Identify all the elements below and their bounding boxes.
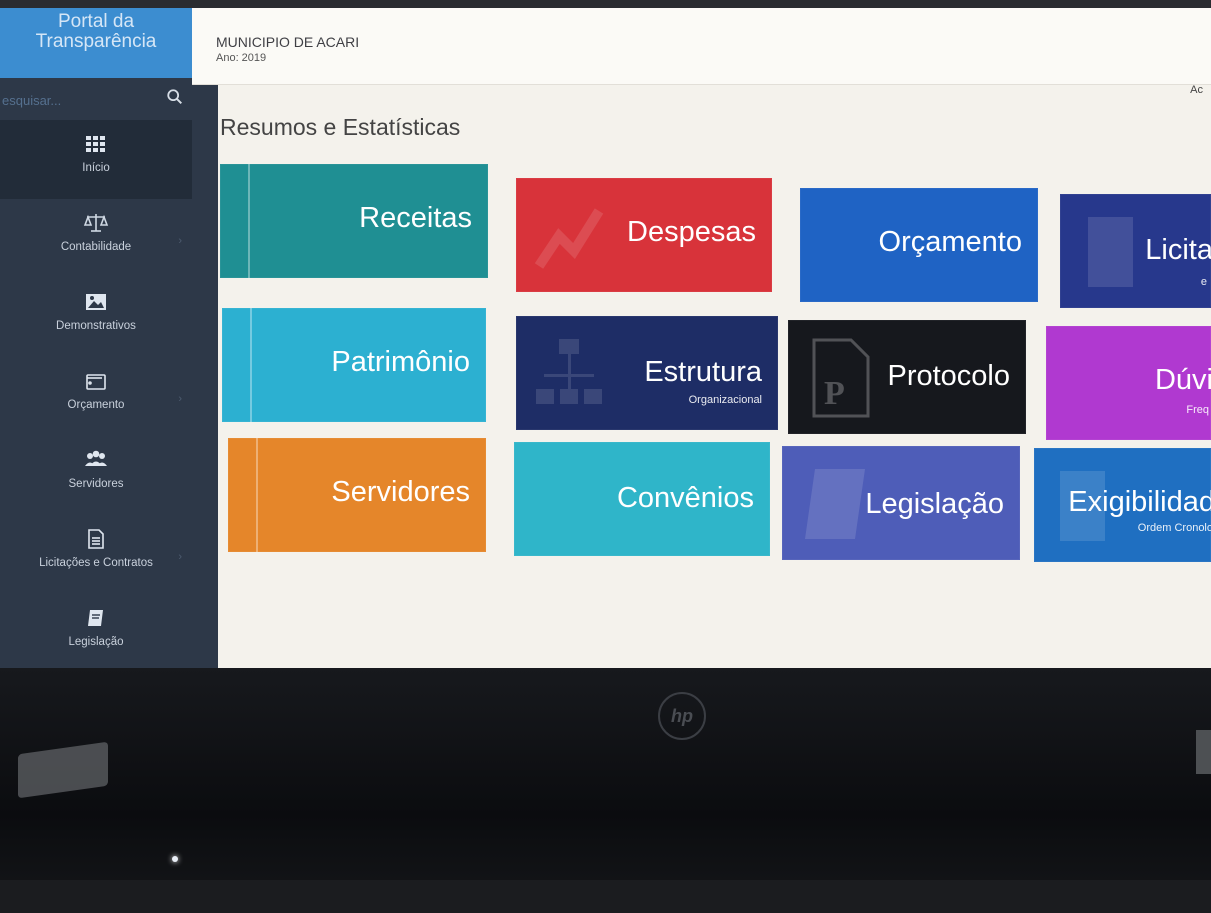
tile-title: Protocolo bbox=[887, 360, 1010, 392]
tile-estrutura[interactable]: Estrutura Organizacional bbox=[516, 316, 778, 430]
document-watermark-icon bbox=[1088, 217, 1133, 287]
tile-title: Licita bbox=[1145, 234, 1211, 266]
desk-surface bbox=[0, 880, 1211, 913]
sidebar-item-orcamento[interactable]: Orçamento › bbox=[0, 357, 192, 436]
top-header: MUNICIPIO DE ACARI Ano: 2019 bbox=[192, 8, 1211, 85]
tile-stripe bbox=[250, 308, 252, 422]
sidebar-item-label: Licitações e Contratos bbox=[39, 557, 153, 569]
search-input[interactable] bbox=[0, 88, 164, 112]
protocol-document-icon: P bbox=[812, 338, 870, 418]
tile-title: Orçamento bbox=[878, 226, 1022, 258]
brand-line-2: Transparência bbox=[35, 31, 157, 52]
tile-duvidas-frequentes[interactable]: Dúvi Freq bbox=[1046, 326, 1211, 440]
tile-licitacoes[interactable]: Licita e bbox=[1060, 194, 1211, 308]
sidebar-item-contabilidade[interactable]: Contabilidade › bbox=[0, 199, 192, 278]
tile-title: Exigibilidad bbox=[1068, 486, 1211, 518]
document-icon bbox=[88, 529, 104, 549]
sidebar-item-label: Legislação bbox=[68, 636, 124, 648]
tile-title: Estrutura bbox=[644, 356, 762, 388]
sidebar-item-inicio[interactable]: Início bbox=[0, 120, 192, 199]
scale-icon bbox=[83, 214, 109, 232]
chart-watermark-icon bbox=[534, 208, 604, 269]
browser-viewport: Portal da Transparência Início bbox=[0, 8, 1211, 670]
search-icon[interactable] bbox=[166, 88, 184, 106]
tile-orcamento[interactable]: Orçamento bbox=[800, 188, 1038, 302]
org-chart-watermark-icon bbox=[536, 339, 602, 404]
wallet-icon bbox=[86, 374, 106, 390]
image-icon bbox=[86, 294, 106, 310]
sidebar: Portal da Transparência Início bbox=[0, 8, 218, 670]
sidebar-item-label: Servidores bbox=[68, 478, 124, 490]
tile-exigibilidade[interactable]: Exigibilidad Ordem Cronolo bbox=[1034, 448, 1211, 562]
tile-title: Servidores bbox=[331, 476, 470, 508]
users-icon bbox=[85, 450, 107, 466]
header-corner-link[interactable]: Ac bbox=[1190, 84, 1203, 96]
sidebar-item-servidores[interactable]: Servidores bbox=[0, 436, 192, 515]
sidebar-item-legislacao[interactable]: Legislação bbox=[0, 594, 192, 670]
sidebar-item-label: Orçamento bbox=[67, 399, 125, 411]
chevron-right-icon: › bbox=[178, 551, 182, 563]
tile-title: Receitas bbox=[359, 202, 472, 234]
portal-brand[interactable]: Portal da Transparência bbox=[0, 8, 192, 78]
tile-servidores[interactable]: Servidores bbox=[228, 438, 486, 552]
sidebar-search bbox=[0, 84, 192, 116]
tile-title: Patrimônio bbox=[331, 346, 470, 378]
tile-title: Legislação bbox=[865, 488, 1004, 520]
tile-stripe bbox=[256, 438, 258, 552]
book-icon bbox=[88, 610, 103, 626]
tile-title: Dúvi bbox=[1154, 364, 1211, 396]
sidebar-item-demonstrativos[interactable]: Demonstrativos bbox=[0, 278, 192, 357]
tile-receitas[interactable]: Receitas bbox=[220, 164, 488, 278]
power-led-indicator bbox=[172, 856, 178, 862]
tile-title: Convênios bbox=[616, 482, 754, 514]
tile-legislacao[interactable]: Legislação bbox=[782, 446, 1020, 560]
sidebar-item-label: Início bbox=[82, 162, 110, 174]
sidebar-item-label: Demonstrativos bbox=[56, 320, 136, 332]
tile-subtitle: Organizacional bbox=[688, 394, 762, 406]
section-title: Resumos e Estatísticas bbox=[220, 114, 461, 140]
chevron-right-icon: › bbox=[178, 235, 182, 247]
tile-stripe bbox=[248, 164, 250, 278]
chevron-right-icon: › bbox=[178, 393, 182, 405]
book-watermark-icon bbox=[805, 469, 865, 539]
grid-icon bbox=[86, 136, 105, 152]
municipality-name: MUNICIPIO DE ACARI bbox=[216, 34, 360, 50]
monitor-bottom-bezel bbox=[0, 668, 1211, 913]
tile-convenios[interactable]: Convênios bbox=[514, 442, 770, 556]
laptop-hinge-right bbox=[1196, 730, 1211, 774]
brand-line-1: Portal da bbox=[57, 11, 135, 32]
sidebar-item-label: Contabilidade bbox=[60, 241, 132, 253]
svg-text:P: P bbox=[824, 375, 845, 412]
sidebar-nav: Início Contabilidade › Demonstrativos Or… bbox=[0, 120, 192, 670]
tile-despesas[interactable]: Despesas bbox=[516, 178, 772, 292]
tile-protocolo[interactable]: P Protocolo bbox=[788, 320, 1026, 434]
fiscal-year: Ano: 2019 bbox=[216, 52, 267, 64]
sidebar-item-licitacoes-contratos[interactable]: Licitações e Contratos › bbox=[0, 515, 192, 594]
tile-patrimonio[interactable]: Patrimônio bbox=[222, 308, 486, 422]
tile-subtitle: Freq bbox=[1186, 404, 1209, 416]
hp-logo: hp bbox=[658, 692, 706, 740]
tile-title: Despesas bbox=[627, 216, 756, 248]
tile-subtitle: e bbox=[1200, 276, 1207, 288]
tile-subtitle: Ordem Cronolo bbox=[1137, 522, 1211, 534]
